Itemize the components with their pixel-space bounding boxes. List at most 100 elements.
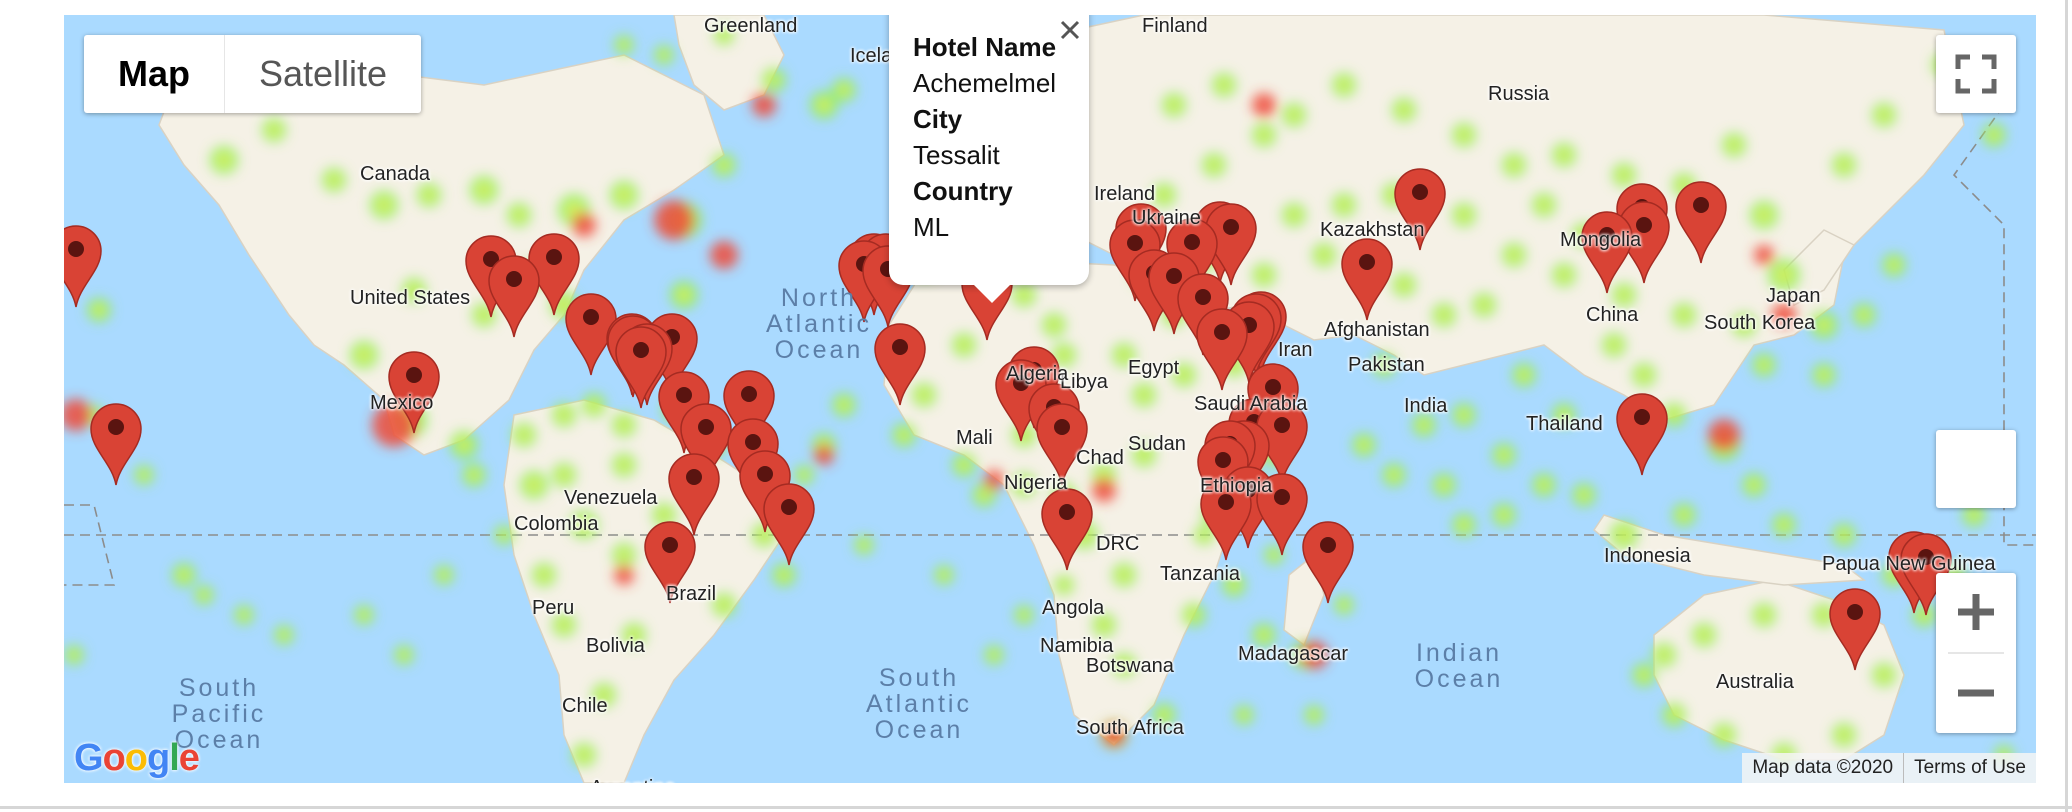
heat-hotspot	[752, 93, 776, 117]
country-label: Ireland	[1094, 183, 1156, 205]
close-icon	[1060, 20, 1080, 40]
marker-pin-dot	[686, 469, 702, 485]
map-type-map-button[interactable]: Map	[84, 35, 225, 113]
marker-pin-dot	[1059, 504, 1075, 520]
country-label: Kazakhstan	[1320, 219, 1425, 241]
heat-hotspot	[710, 241, 738, 269]
heat-spot-core	[1878, 669, 1890, 681]
country-label: Japan	[1766, 285, 1821, 307]
heat-spot-core	[1618, 289, 1630, 301]
map-marker-icon[interactable]	[1616, 393, 1668, 476]
marker-pin-dot	[1214, 324, 1230, 340]
country-label: Ukraine	[1132, 207, 1201, 229]
zoom-out-button[interactable]	[1936, 654, 2016, 733]
heat-spot-core	[1818, 369, 1830, 381]
heat-spot-core	[1558, 149, 1570, 161]
street-view-control[interactable]	[1936, 430, 2016, 508]
heat-spot-core	[1538, 199, 1550, 211]
map-marker-icon[interactable]	[64, 225, 102, 308]
country-label: Argentina	[590, 777, 676, 783]
heat-spot-core	[799, 470, 809, 480]
country-label: Afghanistan	[1324, 319, 1430, 341]
country-label: Saudi Arabia	[1194, 393, 1308, 415]
heat-spot-core	[538, 569, 550, 581]
heat-spot-core	[558, 409, 570, 421]
country-label: Mongolia	[1560, 229, 1642, 251]
heat-spot-core	[1208, 159, 1220, 171]
heat-spot-core	[1138, 389, 1150, 401]
info-window-close-button[interactable]	[1053, 15, 1087, 47]
heat-spot-core	[1339, 600, 1349, 610]
heat-spot-core	[1058, 349, 1070, 361]
heat-spot-core	[1168, 99, 1180, 111]
heat-spot-core	[359, 610, 369, 620]
heat-spot-core	[958, 459, 970, 471]
marker-pin-dot	[1127, 235, 1143, 251]
country-label: Australia	[1716, 671, 1794, 693]
heat-spot-core	[1398, 279, 1410, 291]
heat-spot-core	[677, 288, 691, 302]
marker-pin-dot	[1847, 604, 1863, 620]
heat-spot-core	[558, 469, 570, 481]
info-value-hotel-name: Achemelmel	[913, 68, 1057, 98]
heat-spot-core	[1288, 209, 1300, 221]
heat-hotspot	[1708, 419, 1740, 451]
heat-spot-core	[1309, 710, 1319, 720]
country-label: Mexico	[370, 392, 434, 414]
heat-spot-core	[457, 438, 471, 452]
country-label: Venezuela	[564, 487, 658, 509]
heat-spot-core	[1458, 129, 1470, 141]
terms-of-use-link[interactable]: Terms of Use	[1903, 753, 2036, 783]
map-type-satellite-button[interactable]: Satellite	[225, 35, 421, 113]
country-label: Indonesia	[1604, 545, 1691, 567]
heat-spot-core	[1508, 249, 1520, 261]
heat-spot-core	[618, 419, 630, 431]
heat-spot-core	[1538, 479, 1550, 491]
marker-pin-dot	[506, 271, 522, 287]
ocean-label-line: Ocean	[774, 336, 864, 364]
heat-spot-core	[838, 399, 850, 411]
google-logo[interactable]: Google	[74, 737, 200, 780]
marker-pin-dot	[676, 387, 692, 403]
info-window: Hotel Name Achemelmel City Tessalit Coun…	[889, 15, 1089, 303]
map-marker-icon[interactable]	[90, 403, 142, 486]
ocean-label-line: Atlantic	[866, 690, 972, 718]
heat-spot-core	[989, 650, 999, 660]
country-label: Finland	[1142, 15, 1208, 37]
country-label: Thailand	[1526, 413, 1603, 435]
marker-pin-dot	[1054, 419, 1070, 435]
heat-spot-core	[1638, 369, 1650, 381]
zoom-in-button[interactable]	[1936, 573, 2016, 652]
heat-spot-core	[423, 189, 435, 201]
heat-spot-core	[1338, 79, 1350, 91]
heat-spot-core	[477, 183, 491, 197]
heat-spot-core	[1838, 729, 1850, 741]
heat-spot-core	[1398, 104, 1410, 116]
ocean-label-line: Pacific	[171, 700, 267, 728]
heat-spot-core	[1758, 359, 1770, 371]
heat-spot-core	[758, 529, 770, 541]
country-label: China	[1586, 304, 1639, 326]
info-value-country: ML	[913, 212, 950, 242]
heat-spot-core	[658, 509, 670, 521]
heat-spot-core	[618, 459, 630, 471]
marker-pin-dot	[406, 367, 422, 383]
zoom-control	[1936, 573, 2016, 733]
marker-pin-dot	[1274, 489, 1290, 505]
ocean-label-line: Indian	[1415, 639, 1503, 667]
heat-hotspot	[572, 213, 596, 237]
marker-pin-dot	[1693, 197, 1709, 213]
ocean-label-line: South	[878, 664, 960, 692]
country-label: Angola	[1042, 597, 1105, 619]
heat-spot-core	[1178, 369, 1190, 381]
heat-hotspot	[1252, 93, 1276, 117]
heat-spot-core	[1338, 199, 1350, 211]
country-label: South Korea	[1704, 312, 1816, 334]
country-label: Colombia	[514, 513, 599, 535]
heat-spot-core	[439, 570, 449, 580]
marker-pin-dot	[662, 537, 678, 553]
fullscreen-button[interactable]	[1936, 35, 2016, 113]
country-label: Madagascar	[1238, 643, 1349, 665]
heat-spot-core	[817, 98, 831, 112]
map-canvas[interactable]: Canada United States Mexico Colombia Venezue…	[64, 15, 2036, 783]
